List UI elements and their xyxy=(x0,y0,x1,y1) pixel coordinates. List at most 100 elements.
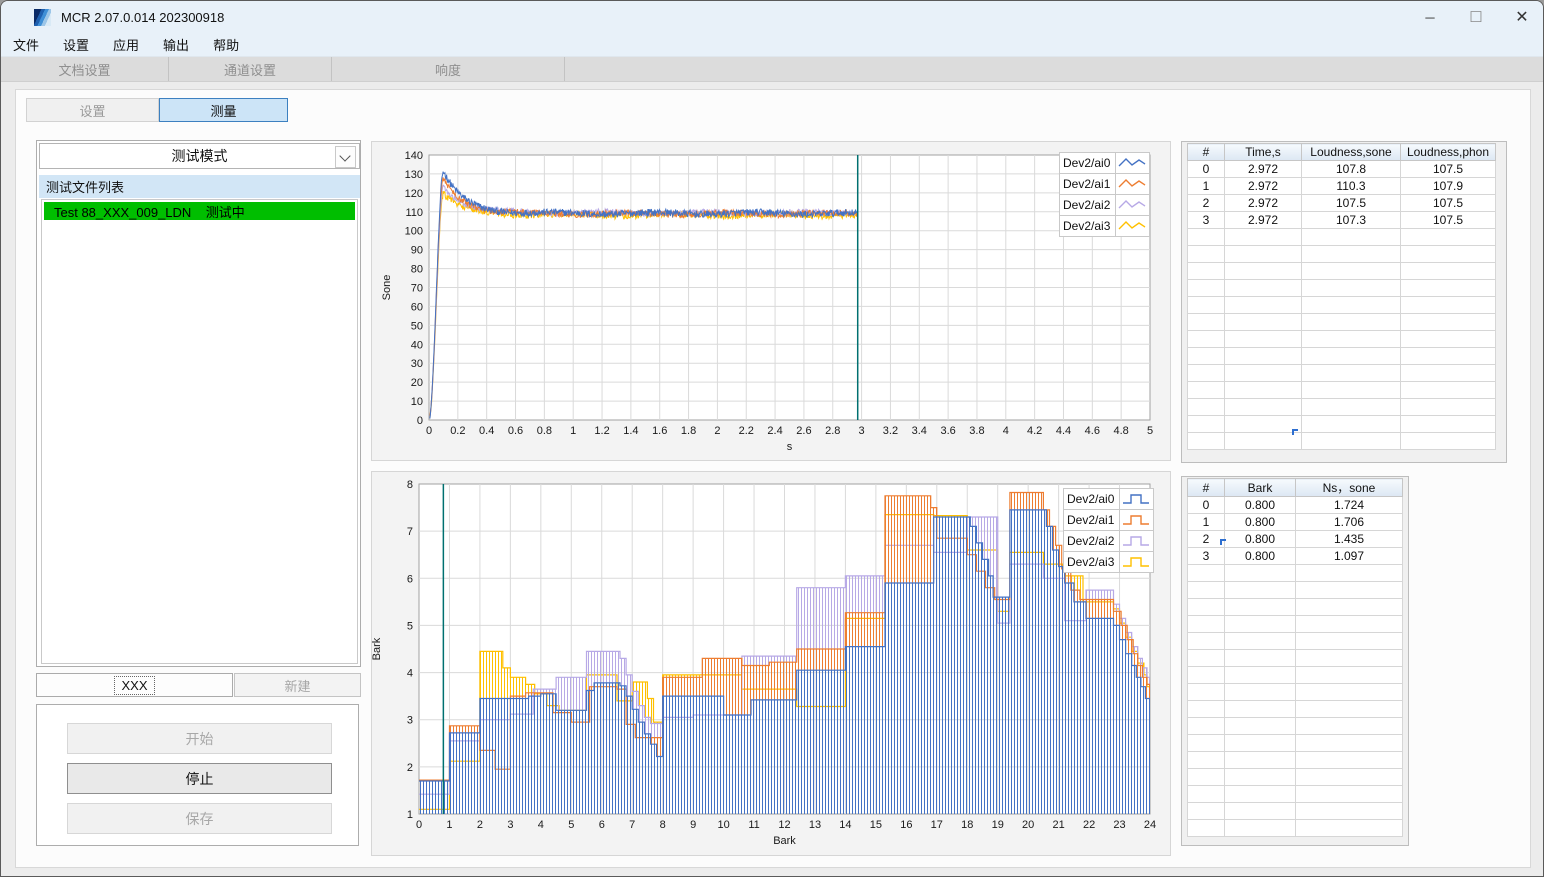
table-cell xyxy=(1187,785,1225,803)
table-empty-row xyxy=(1187,734,1403,752)
legend-label: Dev2/ai3 xyxy=(1063,551,1120,573)
svg-text:1: 1 xyxy=(570,425,576,437)
tab-1[interactable]: 通道设置 xyxy=(169,57,332,81)
table-empty-row xyxy=(1187,296,1496,314)
table-cell: 0.800 xyxy=(1224,530,1296,548)
svg-text:17: 17 xyxy=(931,819,943,831)
table-cell xyxy=(1295,734,1403,752)
table-cell xyxy=(1400,381,1496,399)
column-header[interactable]: # xyxy=(1187,478,1225,497)
table-row[interactable]: 3 2.972 107.3 107.5 xyxy=(1187,211,1496,229)
column-header[interactable]: Bark xyxy=(1224,478,1296,497)
table-row[interactable]: 2 2.972 107.5 107.5 xyxy=(1187,194,1496,212)
table-row[interactable]: 0 0.800 1.724 xyxy=(1187,496,1403,514)
column-header[interactable]: Time,s xyxy=(1224,143,1302,161)
menu-item-2[interactable]: 应用 xyxy=(101,33,151,56)
column-header[interactable]: Ns，sone xyxy=(1295,478,1403,497)
maximize-button[interactable]: ☐ xyxy=(1453,1,1499,33)
table-cell: 107.8 xyxy=(1301,160,1401,178)
table-row[interactable]: 3 0.800 1.097 xyxy=(1187,547,1403,565)
svg-text:2.6: 2.6 xyxy=(796,425,811,437)
svg-text:15: 15 xyxy=(870,819,882,831)
table-row[interactable]: 1 2.972 110.3 107.9 xyxy=(1187,177,1496,195)
table-cell xyxy=(1224,381,1302,399)
svg-text:130: 130 xyxy=(405,169,423,181)
test-file-list-header: 测试文件列表 xyxy=(39,175,360,198)
close-button[interactable]: ✕ xyxy=(1499,1,1543,33)
svg-text:20: 20 xyxy=(411,377,423,389)
test-file-panel: 测试模式 测试文件列表 Test 88_XXX_009_LDN 测试中 xyxy=(36,140,361,667)
test-file-list: Test 88_XXX_009_LDN 测试中 xyxy=(41,199,358,664)
menu-item-1[interactable]: 设置 xyxy=(51,33,101,56)
table-cell xyxy=(1224,415,1302,433)
window-title: MCR 2.07.0.014 202300918 xyxy=(61,9,225,25)
svg-text:0.4: 0.4 xyxy=(479,425,494,437)
svg-text:18: 18 xyxy=(961,819,973,831)
svg-text:2: 2 xyxy=(714,425,720,437)
stop-button[interactable]: 停止 xyxy=(67,763,332,794)
table-empty-row xyxy=(1187,398,1496,416)
app-window: MCR 2.07.0.014 202300918 ─ ☐ ✕ 文件 设置 应用 输出帮… xyxy=(0,0,1544,877)
menu-item-3[interactable]: 输出 xyxy=(151,33,201,56)
start-button[interactable]: 开始 xyxy=(67,723,332,754)
measure-mode-button[interactable]: 测量 xyxy=(159,98,288,122)
table-cell xyxy=(1187,228,1225,246)
svg-text:3.8: 3.8 xyxy=(969,425,984,437)
table-row[interactable]: 1 0.800 1.706 xyxy=(1187,513,1403,531)
table-cell xyxy=(1301,398,1401,416)
table-cell xyxy=(1301,347,1401,365)
table-cell: 110.3 xyxy=(1301,177,1401,195)
svg-text:1.8: 1.8 xyxy=(681,425,696,437)
tab-0[interactable]: 文档设置 xyxy=(1,57,169,81)
table-cell xyxy=(1187,415,1225,433)
table-cell xyxy=(1301,228,1401,246)
test-mode-select[interactable]: 测试模式 xyxy=(39,143,360,169)
svg-text:1: 1 xyxy=(446,819,452,831)
column-header[interactable]: # xyxy=(1187,143,1225,161)
test-mode-value: 测试模式 xyxy=(171,148,228,164)
column-header[interactable]: Loudness,phon xyxy=(1400,143,1496,161)
svg-text:90: 90 xyxy=(411,245,423,257)
table-cell: 107.5 xyxy=(1400,160,1496,178)
svg-text:0: 0 xyxy=(417,415,423,427)
table-cell xyxy=(1295,717,1403,735)
menu-item-4[interactable]: 帮助 xyxy=(201,33,251,56)
svg-text:Bark: Bark xyxy=(773,835,796,847)
test-file-item[interactable]: Test 88_XXX_009_LDN 测试中 xyxy=(44,202,355,220)
svg-text:70: 70 xyxy=(411,283,423,295)
selection-artifact xyxy=(1292,429,1298,435)
svg-text:2.2: 2.2 xyxy=(739,425,754,437)
table-row[interactable]: 0 2.972 107.8 107.5 xyxy=(1187,160,1496,178)
table-empty-row xyxy=(1187,632,1403,650)
svg-text:11: 11 xyxy=(748,819,759,831)
table-empty-row xyxy=(1187,819,1403,837)
svg-text:0: 0 xyxy=(426,425,432,437)
loudness-table: # Time,s Loudness,sone Loudness,phon 0 2.972 1… xyxy=(1187,143,1496,450)
table-empty-row xyxy=(1187,564,1403,582)
table-cell xyxy=(1187,581,1225,599)
table-cell xyxy=(1224,598,1296,616)
column-header[interactable]: Loudness,sone xyxy=(1301,143,1401,161)
chevron-down-icon[interactable] xyxy=(335,146,356,168)
settings-mode-button[interactable]: 设置 xyxy=(26,98,159,122)
legend-label: Dev2/ai1 xyxy=(1063,509,1120,531)
svg-text:Sone: Sone xyxy=(381,275,393,301)
svg-text:22: 22 xyxy=(1083,819,1095,831)
tab-2[interactable]: 响度 xyxy=(332,57,565,81)
table-cell xyxy=(1187,432,1225,450)
menu-item-0[interactable]: 文件 xyxy=(1,33,51,56)
selection-artifact xyxy=(1220,539,1226,545)
svg-text:10: 10 xyxy=(717,819,729,831)
legend-label: Dev2/ai0 xyxy=(1059,152,1116,174)
new-button[interactable]: 新建 xyxy=(234,673,361,697)
xxx-button[interactable]: XXX xyxy=(36,673,233,697)
minimize-button[interactable]: ─ xyxy=(1407,1,1453,33)
table-empty-row xyxy=(1187,717,1403,735)
svg-text:10: 10 xyxy=(411,396,423,408)
table-cell: 1.706 xyxy=(1295,513,1403,531)
save-button[interactable]: 保存 xyxy=(67,803,332,834)
legend-step-icon xyxy=(1119,551,1154,573)
table-cell xyxy=(1187,768,1225,786)
table-empty-row xyxy=(1187,802,1403,820)
table-cell: 107.3 xyxy=(1301,211,1401,229)
